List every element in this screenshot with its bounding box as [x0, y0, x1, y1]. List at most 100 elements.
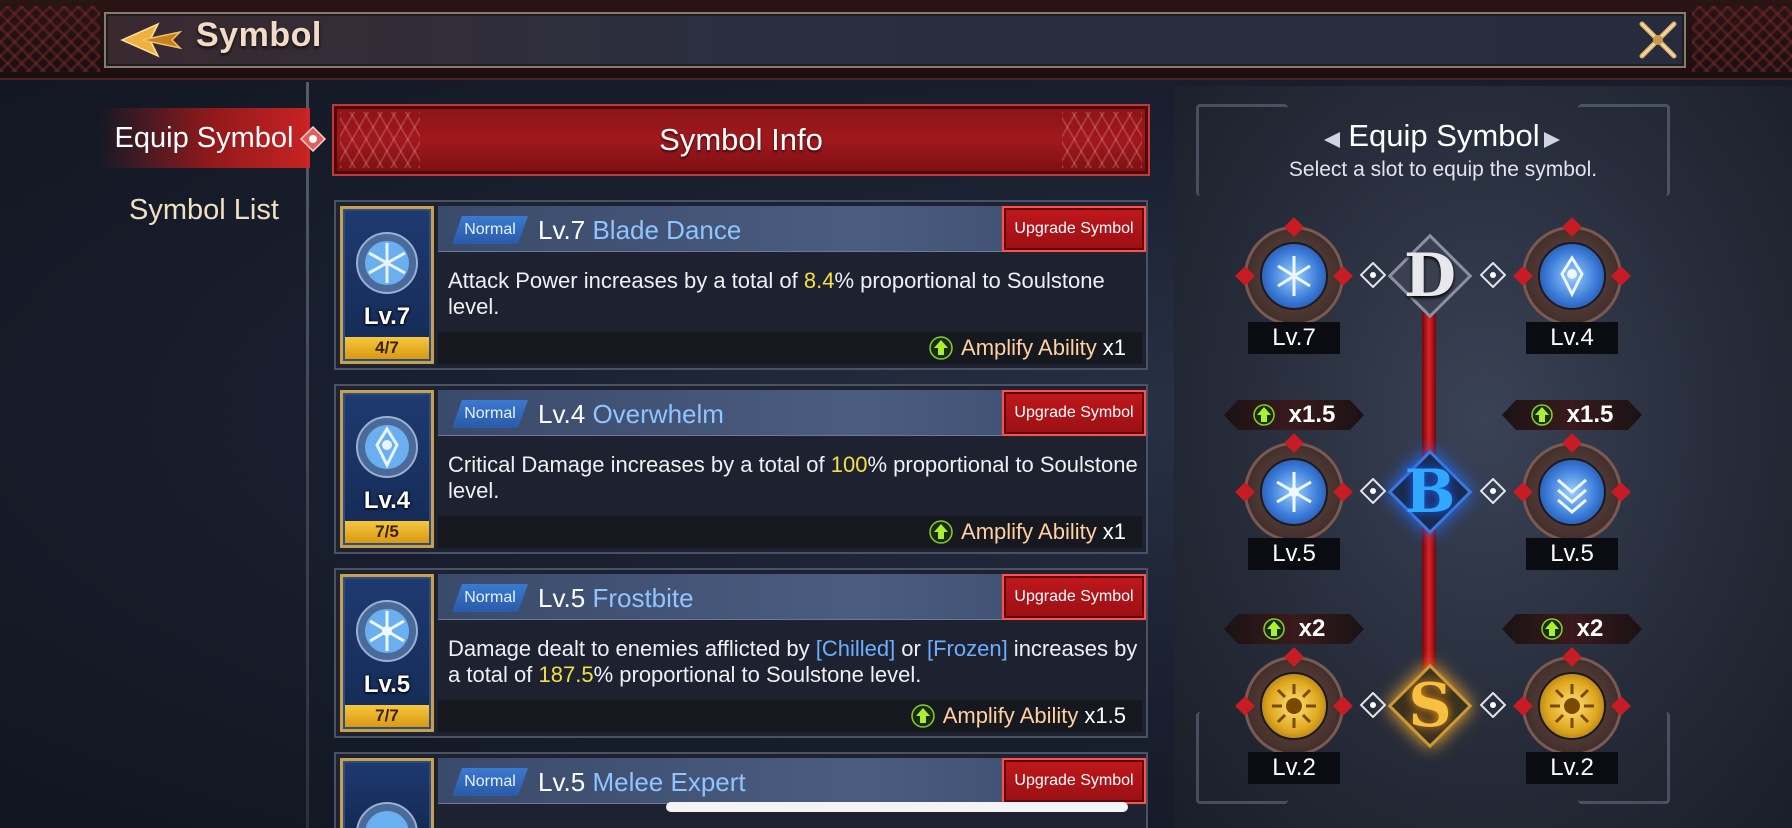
sun-burst-icon — [1550, 684, 1594, 728]
symbol-slot-d-left[interactable] — [1235, 217, 1353, 332]
multiplier-value: x2 — [1576, 615, 1604, 642]
symbol-count: 7/7 — [345, 705, 429, 727]
connector-node-icon — [1360, 262, 1386, 288]
symbol-name: Lv.5 Frostbite — [538, 583, 694, 614]
connector-node-icon — [1480, 262, 1506, 288]
symbol-slot-d-right[interactable] — [1513, 217, 1631, 332]
symbol-level: Lv.4 — [538, 399, 586, 429]
symbol-description: Attack Power increases by a total of 8.4… — [448, 268, 1138, 320]
symbol-card-blade-dance[interactable]: Lv.7 4/7 Normal Lv.7 Blade Dance Upgrade… — [334, 200, 1148, 370]
amplify-multiplier: x1.5 — [1084, 703, 1126, 728]
symbol-info-header: Symbol Info — [332, 104, 1150, 176]
nav-item-label: Symbol List — [129, 193, 279, 226]
symbol-card-frostbite[interactable]: Lv.5 7/7 Normal Lv.5 Frostbite Upgrade S… — [334, 568, 1148, 738]
symbol-thumbnail — [340, 758, 434, 828]
symbol-thumbnail: Lv.7 4/7 — [340, 206, 434, 364]
amplify-up-arrow-icon — [1263, 618, 1285, 640]
grade-emblem-s: S — [1386, 662, 1474, 750]
upgrade-symbol-button[interactable]: Upgrade Symbol — [1002, 574, 1146, 620]
snowflake-icon — [1276, 472, 1312, 512]
amplify-label: Amplify Ability — [961, 335, 1097, 360]
amplify-up-arrow-icon — [929, 520, 953, 544]
knot-ornament-right — [1692, 6, 1792, 72]
nav-symbol-list[interactable]: Symbol List — [98, 180, 310, 240]
symbol-card-overwhelm[interactable]: Lv.4 7/5 Normal Lv.4 Overwhelm Upgrade S… — [334, 384, 1148, 554]
upgrade-symbol-button[interactable]: Upgrade Symbol — [1002, 390, 1146, 436]
amplify-multiplier: x1 — [1102, 335, 1126, 360]
page-title: Symbol — [196, 16, 322, 54]
desc-text: % proportional to Soulstone level. — [593, 662, 922, 687]
crossed-swords-close-icon[interactable] — [1636, 18, 1680, 62]
symbol-level: Lv.5 — [538, 583, 586, 613]
amplify-up-arrow-icon — [1253, 404, 1275, 426]
connector-node-icon — [1360, 478, 1386, 504]
slot-level-label: Lv.2 — [1526, 752, 1618, 784]
active-indicator-icon — [300, 126, 326, 152]
grade-badge: Normal — [452, 400, 528, 428]
amplify-multiplier: x1 — [1102, 519, 1126, 544]
symbol-description: Damage dealt to enemies afflicted by [Ch… — [448, 636, 1138, 688]
upgrade-symbol-button[interactable]: Upgrade Symbol — [1002, 758, 1146, 804]
desc-value: 8.4 — [803, 268, 835, 293]
symbol-info-title: Symbol Info — [659, 122, 823, 157]
symbol-description: Critical Damage increases by a total of … — [448, 452, 1138, 504]
grade-letter: D — [1403, 241, 1457, 311]
symbol-name: Lv.5 Melee Expert — [538, 767, 746, 798]
connector-node-icon — [1480, 692, 1506, 718]
slot-multiplier-badge: x1.5 — [1502, 400, 1642, 430]
snowflake-icon — [356, 600, 418, 662]
grade-badge: Normal — [452, 216, 528, 244]
desc-keyword-chilled: [Chilled] — [815, 636, 896, 661]
slot-multiplier-badge: x2 — [1224, 614, 1364, 644]
multiplier-value: x1.5 — [1288, 401, 1336, 428]
amplify-up-arrow-icon — [1541, 618, 1563, 640]
knot-ornament-left — [0, 6, 100, 72]
symbol-title: Frostbite — [592, 583, 694, 613]
desc-text: Damage dealt to enemies afflicted by — [448, 636, 816, 661]
slot-multiplier-badge: x1.5 — [1224, 400, 1364, 430]
symbol-card-melee-expert[interactable]: Normal Lv.5 Melee Expert Upgrade Symbol — [334, 752, 1148, 828]
thumbnail-level: Lv.5 — [363, 671, 411, 698]
sun-burst-icon — [1272, 684, 1316, 728]
symbol-slot-b-left[interactable] — [1235, 433, 1353, 548]
amplify-row: Amplify Ability x1 — [438, 332, 1142, 364]
amplify-label: Amplify Ability — [942, 703, 1079, 728]
symbol-slot-s-left[interactable] — [1235, 647, 1353, 762]
blade-dance-icon — [356, 232, 418, 294]
thumbnail-level: Lv.4 — [363, 487, 411, 514]
symbol-title: Overwhelm — [592, 399, 724, 429]
equip-symbol-subtitle: Select a slot to equip the symbol. — [1288, 158, 1598, 181]
amplify-up-arrow-icon — [910, 704, 935, 728]
symbol-count: 7/5 — [345, 521, 429, 543]
overwhelm-icon — [1560, 255, 1584, 298]
amplify-up-arrow-icon — [929, 336, 953, 360]
upgrade-symbol-button[interactable]: Upgrade Symbol — [1002, 206, 1146, 252]
panel-corner-ornament — [1196, 104, 1288, 196]
multiplier-value: x1.5 — [1566, 401, 1614, 428]
amplify-label: Amplify Ability — [961, 519, 1097, 544]
triangle-right-icon — [1544, 132, 1560, 148]
desc-text: or — [895, 636, 927, 661]
symbol-name: Lv.4 Overwhelm — [538, 399, 724, 430]
amplify-up-arrow-icon — [1531, 404, 1553, 426]
multiplier-value: x2 — [1298, 615, 1326, 642]
nav-item-label: Equip Symbol — [114, 121, 294, 154]
symbol-thumbnail: Lv.4 7/5 — [340, 390, 434, 548]
slot-level-label: Lv.5 — [1526, 538, 1618, 570]
overwhelm-icon — [356, 416, 418, 478]
symbol-title: Blade Dance — [592, 215, 742, 245]
nav-equip-symbol[interactable]: Equip Symbol — [98, 108, 310, 168]
back-arrow-icon[interactable] — [118, 20, 188, 60]
symbol-slot-s-right[interactable] — [1513, 647, 1631, 762]
connector-node-icon — [1480, 478, 1506, 504]
symbol-count: 4/7 — [345, 337, 429, 359]
header-ornament-left — [340, 112, 420, 168]
blade-dance-icon — [1277, 256, 1311, 296]
desc-keyword-frozen: [Frozen] — [926, 636, 1008, 661]
title-frame — [104, 12, 1686, 68]
desc-text: Attack Power increases by a total of — [448, 268, 804, 293]
symbol-slot-b-right[interactable] — [1513, 433, 1631, 548]
melee-expert-icon — [356, 802, 418, 828]
desc-value: 100 — [830, 452, 868, 477]
header-ornament-right — [1062, 112, 1142, 168]
